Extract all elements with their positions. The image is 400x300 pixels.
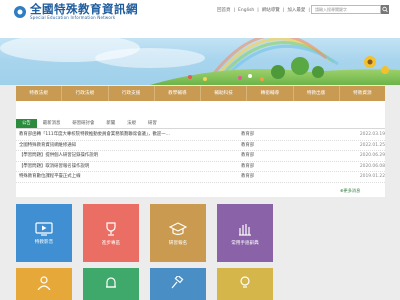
sitemap-link[interactable]: 網站導覽 <box>262 7 280 13</box>
tab-study[interactable]: 研習 <box>142 119 163 128</box>
news-unit: 教育部 <box>241 174 255 180</box>
person-icon <box>37 276 51 290</box>
nav-item[interactable]: 行政支援 <box>109 86 155 101</box>
news-tabs: 公告 最新消息 研習研討會 新聞 法規 研習 <box>16 119 385 129</box>
tile-4[interactable] <box>16 268 72 300</box>
more-news-link[interactable]: ⊕更多消息 <box>340 188 360 194</box>
news-row[interactable]: 全國特殊教育資訊網維修通知 教育部 2022.01.25 <box>16 141 385 152</box>
more-news-label: 更多消息 <box>343 188 361 193</box>
tile-label: 特教影音 <box>34 239 54 245</box>
news-row[interactable]: 【學習問題】取消研習報名操作說明 教育部 2020.06.08 <box>16 162 385 173</box>
nav-item[interactable]: 特教出版 <box>294 86 340 101</box>
lightbulb-icon <box>240 276 250 288</box>
news-list: 教育部函轉「111年度大專校院特教推動委員會業務策劃聯席會議」，歡迎一... 教… <box>16 130 385 183</box>
news-date: 2020.06.29 <box>359 153 385 159</box>
nav-item[interactable]: 輔助科技 <box>201 86 248 101</box>
news-title[interactable]: 【學習問題】提供個人研習記錄操作說明 <box>16 151 241 161</box>
gavel-icon <box>171 276 184 289</box>
news-panel: 公告 最新消息 研習研討會 新聞 法規 研習 教育部函轉「111年度大專校院特教… <box>16 101 385 197</box>
english-link[interactable]: English <box>238 8 254 13</box>
news-date: 2022.01.25 <box>359 142 385 148</box>
news-date: 2020.06.08 <box>359 163 385 169</box>
graduation-cap-icon <box>169 221 187 235</box>
home-link[interactable]: 回首頁 <box>217 7 231 13</box>
news-unit: 教育部 <box>241 163 255 169</box>
news-title[interactable]: 特殊教育數位課程平臺正式上線 <box>16 172 241 182</box>
tab-seminar[interactable]: 研習研討會 <box>66 119 100 128</box>
tile-7[interactable] <box>217 268 273 300</box>
news-title[interactable]: 教育部函轉「111年度大專校院特教推動委員會業務策劃聯席會議」，歡迎一... <box>16 130 241 140</box>
tile-label: 研習報名 <box>168 240 188 246</box>
news-unit: 教育部 <box>241 142 255 148</box>
bell-icon <box>106 277 116 288</box>
tile-6[interactable] <box>150 268 206 300</box>
tile-label: 常用手語辭典 <box>231 240 259 246</box>
tile-label: 進步專區 <box>101 240 121 246</box>
tab-news[interactable]: 新聞 <box>100 119 121 128</box>
news-row[interactable]: 特殊教育數位課程平臺正式上線 教育部 2019.01.22 <box>16 172 385 183</box>
news-row[interactable]: 教育部函轉「111年度大專校院特教推動委員會業務策劃聯席會議」，歡迎一... 教… <box>16 130 385 141</box>
search-icon <box>382 6 388 13</box>
site-title: 全國特殊教育資訊網 <box>30 2 138 16</box>
tile-1[interactable]: 進步專區 <box>83 204 139 262</box>
news-row[interactable]: 【學習問題】提供個人研習記錄操作說明 教育部 2020.06.29 <box>16 151 385 162</box>
trophy-icon <box>106 221 116 236</box>
tab-law[interactable]: 法規 <box>121 119 142 128</box>
tile-2[interactable]: 研習報名 <box>150 204 206 262</box>
site-logo[interactable]: 全國特殊教育資訊網 Special Education Information … <box>14 3 138 20</box>
nav-item[interactable]: 行政法規 <box>62 86 109 101</box>
logo-emblem-icon <box>14 5 26 18</box>
tile-0[interactable]: 特教影音 <box>16 204 72 262</box>
nav-item[interactable]: 轉銜輔導 <box>247 86 294 101</box>
news-unit: 教育部 <box>241 132 255 137</box>
nav-item[interactable]: 特教法規 <box>16 86 63 101</box>
nav-item[interactable]: 教學輔導 <box>155 86 201 101</box>
news-title[interactable]: 全國特殊教育資訊網維修通知 <box>16 141 241 151</box>
tile-5[interactable] <box>83 268 139 300</box>
news-date: 2022.03.19 <box>359 132 385 137</box>
sign-language-hand-icon <box>239 223 251 236</box>
search-input[interactable]: 請輸入搜尋關鍵字 <box>311 5 381 14</box>
quick-links: 特教影音 進步專區 研習報名 常用手語辭典 <box>16 204 385 300</box>
monitor-icon <box>35 221 53 236</box>
news-unit: 教育部 <box>241 153 255 159</box>
news-date: 2019.01.22 <box>359 174 385 180</box>
news-title[interactable]: 【學習問題】取消研習報名操作說明 <box>16 162 241 172</box>
favorite-link[interactable]: 加入最愛 <box>287 7 305 13</box>
main-nav: 特教法規 行政法規 行政支援 教學輔導 輔助科技 轉銜輔導 特教出版 特教資源 <box>16 86 385 101</box>
nav-item[interactable]: 特教資源 <box>340 86 385 101</box>
tab-announcement[interactable]: 公告 <box>16 119 37 128</box>
tile-3[interactable]: 常用手語辭典 <box>217 204 273 262</box>
search-button[interactable] <box>381 5 389 14</box>
tab-latest[interactable]: 最新消息 <box>37 119 67 128</box>
